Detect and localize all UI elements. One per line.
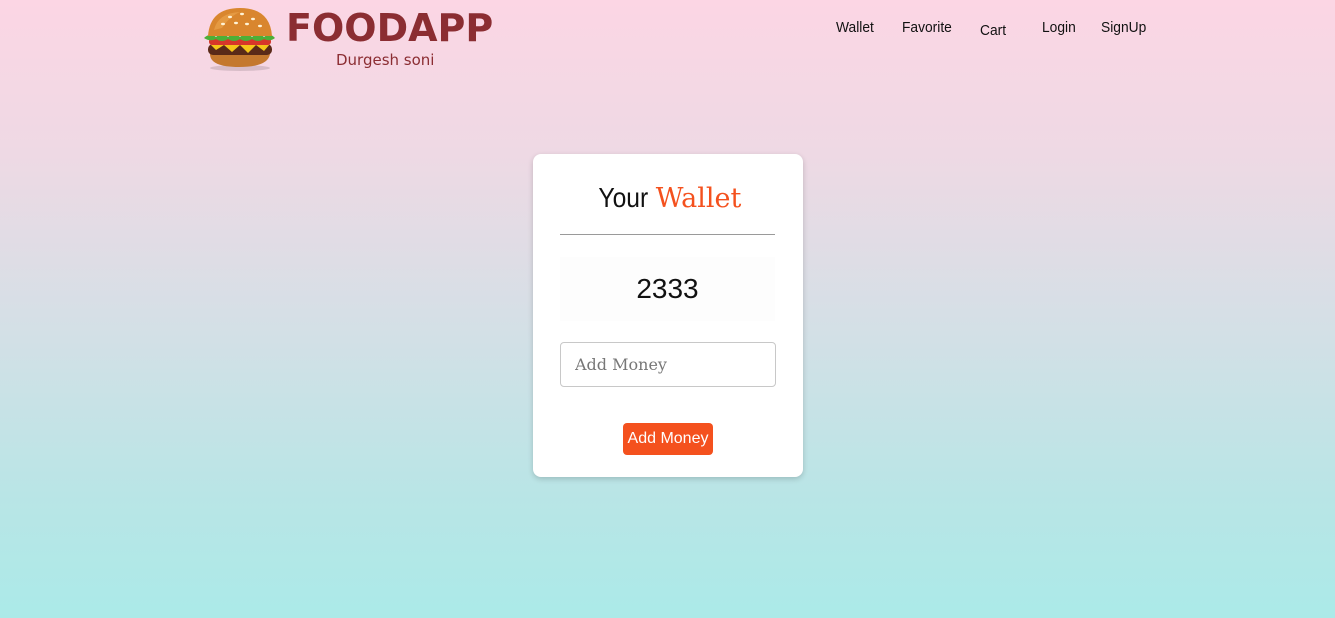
nav-wallet[interactable]: Wallet [836, 18, 874, 38]
header: FOODAPP Durgesh soni Wallet Favorite Car… [0, 0, 1335, 80]
title-divider [560, 234, 775, 235]
nav-signup[interactable]: SignUp [1101, 18, 1146, 38]
nav-favorite[interactable]: Favorite [902, 18, 952, 38]
nav-login[interactable]: Login [1042, 18, 1076, 38]
wallet-balance: 2333 [636, 273, 699, 304]
wallet-title-highlight: Wallet [655, 183, 742, 214]
wallet-title: Your Wallet [533, 178, 803, 223]
wallet-title-prefix: Your [598, 182, 648, 213]
brand-subtitle: Durgesh soni [336, 51, 435, 69]
wallet-card: Your Wallet 2333 Add Money [533, 154, 803, 477]
add-money-button[interactable]: Add Money [623, 423, 713, 455]
nav-cart[interactable]: Cart [980, 21, 1006, 41]
main-nav: Wallet Favorite Cart Login SignUp [0, 18, 1335, 44]
balance-box: 2333 [560, 257, 775, 321]
add-money-input[interactable] [560, 342, 776, 387]
